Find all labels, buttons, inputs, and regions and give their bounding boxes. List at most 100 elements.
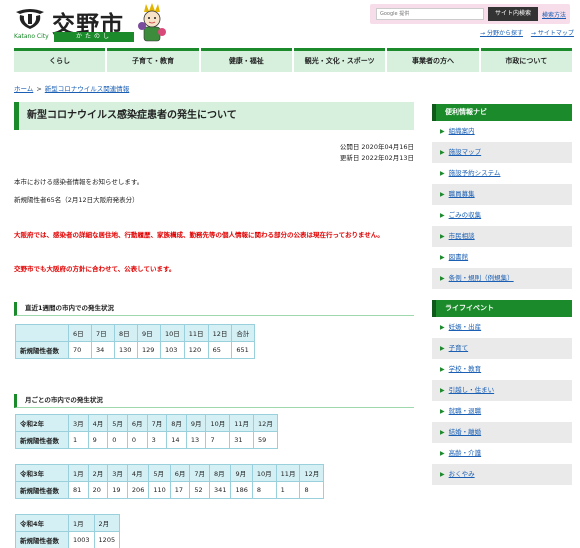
new-case-count: 新規陽性者65名（2月12日大阪府発表分） xyxy=(14,196,139,204)
table-cell: 129 xyxy=(137,341,161,359)
sidebar-item-employment[interactable]: ▶ 就職・退職 xyxy=(432,401,572,422)
table-cell: 7 xyxy=(205,431,231,449)
sidebar-item-elderly-care[interactable]: ▶ 高齢・介護 xyxy=(432,443,572,464)
sidebar-item-staff-recruitment[interactable]: ▶ 職員募集 xyxy=(432,184,572,205)
table-header-cell: 10月 xyxy=(251,464,277,482)
utility-links: → 分野から探す → サイトマップ xyxy=(474,28,574,37)
table-cell: 52 xyxy=(189,481,211,499)
page-dates: 公開日 2020年04月16日 更新日 2022年02月13日 xyxy=(340,142,414,164)
sidebar-item-garbage-collection[interactable]: ▶ ごみの収集 xyxy=(432,205,572,226)
table-header-cell: 10日 xyxy=(160,324,185,342)
table-cell: 110 xyxy=(148,481,171,499)
table-row-label: 新規陽性者数 xyxy=(15,341,69,359)
arrow-right-icon: ▶ xyxy=(440,450,445,457)
table-header-cell: 1月 xyxy=(68,464,89,482)
arrow-right-icon: ▶ xyxy=(440,191,445,198)
table-cell: 59 xyxy=(253,431,278,449)
city-emblem-icon[interactable] xyxy=(14,8,46,30)
nav-item-tourism-culture-sports[interactable]: 観光・文化・スポーツ xyxy=(293,48,386,72)
table-header-cell: 7日 xyxy=(91,324,115,342)
published-date: 公開日 2020年04月16日 xyxy=(339,143,414,151)
table-cell: 31 xyxy=(229,431,255,449)
sidebar-item-bereavement[interactable]: ▶ おくやみ xyxy=(432,464,572,485)
table-header-cell: 8日 xyxy=(114,324,138,342)
table-corner-cell xyxy=(15,324,69,342)
arrow-right-icon: ▶ xyxy=(440,275,445,282)
sidebar-item-citizen-consultation[interactable]: ▶ 市民相談 xyxy=(432,226,572,247)
table-cell: 3 xyxy=(146,431,168,449)
table-header-cell: 8月 xyxy=(209,464,232,482)
site-search-box: サイト内検索 xyxy=(370,4,570,24)
table-cell: 8 xyxy=(251,481,277,499)
table-header-cell: 3月 xyxy=(107,464,128,482)
breadcrumb-home[interactable]: ホーム xyxy=(14,85,33,93)
sidebar-item-ordinances[interactable]: ▶ 条例・規則（例規集） xyxy=(432,268,572,289)
table-cell: 70 xyxy=(68,341,92,359)
arrow-right-icon: ▶ xyxy=(440,128,445,135)
table-cell: 130 xyxy=(114,341,138,359)
arrow-right-icon: ▶ xyxy=(440,233,445,240)
nav-item-childcare-education[interactable]: 子育て・教育 xyxy=(107,48,199,72)
warning-text-policy: 交野市でも大阪府の方針に合わせて、公表しています。 xyxy=(14,265,176,273)
search-input[interactable] xyxy=(376,8,484,20)
table-cell: 65 xyxy=(207,341,233,359)
sidebar-item-marriage-divorce[interactable]: ▶ 結婚・離婚 xyxy=(432,422,572,443)
sidebar-item-school-education[interactable]: ▶ 学校・教育 xyxy=(432,359,572,380)
sidebar-item-moving-housing[interactable]: ▶ 引越し・住まい xyxy=(432,380,572,401)
search-help-link[interactable]: 検索方法 xyxy=(542,10,566,19)
browse-by-category-link[interactable]: → 分野から探す xyxy=(480,30,523,37)
arrow-right-icon: ▶ xyxy=(440,366,445,373)
table-cell: 17 xyxy=(169,481,191,499)
site-search-button[interactable]: サイト内検索 xyxy=(488,7,538,21)
sidebar-item-organization[interactable]: ▶ 組織案内 xyxy=(432,121,572,142)
table-header-cell: 11日 xyxy=(183,324,209,342)
sidebar-item-pregnancy-birth[interactable]: ▶ 妊娠・出産 xyxy=(432,317,572,338)
sidebar-life-heading: ライフイベント xyxy=(432,300,572,317)
table-row: 新規陽性者数 1 9 0 0 3 14 13 7 31 59 xyxy=(15,431,278,449)
table-cell: 0 xyxy=(126,431,148,449)
sidebar-item-library[interactable]: ▶ 図書館 xyxy=(432,247,572,268)
nav-item-business[interactable]: 事業者の方へ xyxy=(387,48,479,72)
table-header-cell: 6月 xyxy=(126,414,148,432)
table-header-cell: 4月 xyxy=(126,464,150,482)
table-row: 新規陽性者数 1003 1205 xyxy=(15,531,121,548)
table-header-cell: 12日 xyxy=(207,324,233,342)
table-header-cell: 8月 xyxy=(166,414,187,432)
table-row-label: 新規陽性者数 xyxy=(15,531,69,548)
table-cell: 8 xyxy=(299,481,325,499)
updated-date: 更新日 2022年02月13日 xyxy=(339,154,414,162)
sitemap-link[interactable]: → サイトマップ xyxy=(531,30,574,37)
sidebar-item-facility-map[interactable]: ▶ 施設マップ xyxy=(432,142,572,163)
nav-item-health-welfare[interactable]: 健康・福祉 xyxy=(200,48,292,72)
table-header-row: 令和3年 1月 2月 3月 4月 5月 6月 7月 8月 9月 10月 11月 … xyxy=(15,464,325,482)
table-header-cell: 5月 xyxy=(148,464,171,482)
sidebar-item-childcare[interactable]: ▶ 子育て xyxy=(432,338,572,359)
table-header-cell: 4月 xyxy=(87,414,109,432)
arrow-right-icon: ▶ xyxy=(440,149,445,156)
table-header-cell: 9月 xyxy=(185,414,207,432)
table-row: 新規陽性者数 70 34 130 129 103 120 65 651 xyxy=(15,341,256,359)
site-header: 交野市 Katano City かたのし サイト内検索 検索方法 → 分野から探… xyxy=(0,0,580,46)
table-cell: 1205 xyxy=(93,531,121,548)
table-header-cell: 9月 xyxy=(230,464,253,482)
table-header-cell: 2月 xyxy=(87,464,109,482)
global-nav: くらし 子育て・教育 健康・福祉 観光・文化・スポーツ 事業者の方へ 市政につい… xyxy=(14,48,572,72)
nav-item-living[interactable]: くらし xyxy=(14,48,106,72)
arrow-right-icon: ▶ xyxy=(440,212,445,219)
table-header-cell: 1月 xyxy=(68,514,95,532)
table-header-cell: 11月 xyxy=(229,414,255,432)
warning-text-privacy: 大阪府では、感染者の詳細な居住地、行動履歴、家族構成、勤務先等の個人情報に関わる… xyxy=(14,231,384,239)
table-header-cell: 3月 xyxy=(68,414,89,432)
table-cell: 19 xyxy=(107,481,128,499)
breadcrumb-covid-info[interactable]: 新型コロナウイルス関連情報 xyxy=(45,85,130,93)
arrow-right-icon: ▶ xyxy=(440,170,445,177)
sidebar-item-facility-reservation[interactable]: ▶ 施設予約システム xyxy=(432,163,572,184)
arrow-right-icon: ▶ xyxy=(440,429,445,436)
table-header-cell: 7月 xyxy=(189,464,211,482)
table-row: 新規陽性者数 81 20 19 206 110 17 52 341 186 8 … xyxy=(15,481,325,499)
monthly-cases-table-r3: 令和3年 1月 2月 3月 4月 5月 6月 7月 8月 9月 10月 11月 … xyxy=(15,464,325,499)
table-header-cell: 10月 xyxy=(205,414,231,432)
table-cell: 0 xyxy=(107,431,128,449)
table-cell: 9 xyxy=(87,431,109,449)
nav-item-city-government[interactable]: 市政について xyxy=(480,48,572,72)
